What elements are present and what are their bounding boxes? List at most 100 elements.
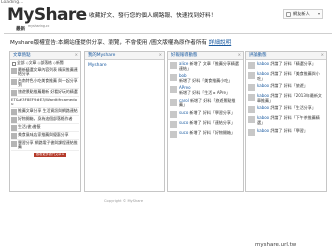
list-item[interactable]: 最新精選文章內容列表 精采推薦連結分享 [11, 67, 79, 78]
feed-item[interactable]: bob 新增了 好料「美食推薦小吃」 [170, 73, 241, 83]
panel-header: 我的Myshare × [85, 52, 164, 60]
feed-action: 評論了 好料「精選分享」 [270, 61, 316, 66]
logo-part2: Share [33, 5, 87, 25]
article-list: 最新精選文章內容列表 精采推薦連結分享 台南特色小吃美食推薦 與一起分享到 旅遊景點… [10, 67, 80, 151]
user-avatar-icon [170, 130, 177, 138]
thumbnail-icon [11, 89, 17, 96]
feed-action: 新增了 好料「生活 ▸ APre」 [179, 89, 230, 95]
list-item-text: ET&#3F8EF9#E3/Wardtifrcamedou [11, 96, 78, 107]
close-icon[interactable]: × [159, 52, 162, 58]
feed-text: kaboo 評論了 好料「精選分享」 [257, 61, 316, 69]
feed-item[interactable]: kaboo 評論了 好料「2013年最新文章推薦」 [248, 93, 324, 103]
feed-text: kaboo 評論了 好料「下午茶推薦精選」 [257, 116, 324, 125]
feed-item[interactable]: carol 新增了 好料「旅遊景點推薦」 [170, 98, 241, 108]
filter-label: 全部 ◇文章 ◇部落格 ◇新聞 [17, 60, 64, 66]
footer-text: Copyright © MyShare [104, 199, 144, 203]
feed-action: 新增了 好料「好物開箱」 [189, 129, 235, 135]
thumbnail-icon [11, 132, 17, 139]
user-avatar-icon [248, 62, 255, 69]
thumbnail-icon [11, 108, 17, 115]
list-item[interactable]: 學習分享 網路電子書與課程連結推薦 [11, 140, 79, 151]
feed-action: 評論了 好料「旅遊」 [270, 83, 308, 89]
close-icon[interactable]: × [75, 52, 78, 58]
feed-item[interactable]: kaboo 評論了 好料「美食推薦與小吃」 [248, 71, 324, 81]
feed-action: 評論了 好料「學習」 [270, 127, 308, 133]
user-name: 網友新人 [293, 10, 310, 16]
feed-item[interactable]: kaboo 評論了 好料「學習」 [248, 127, 324, 136]
feed-item[interactable]: kaboo 評論了 好料「精選分享」 [248, 61, 324, 69]
feed-user[interactable]: kaboo [257, 105, 269, 111]
feed-item[interactable]: kaboo 評論了 好料「生活分享」 [248, 106, 324, 114]
close-icon[interactable]: × [238, 52, 241, 58]
copyright-notice: Myshare版權宣告:本網站僅提供分享、瀏覽，不會使用 /圖文版權為原作者所有… [10, 40, 231, 46]
comment-list: kaboo 評論了 好料「精選分享」 kaboo 評論了 好料「美食推薦與小吃」 k… [246, 60, 326, 141]
list-item[interactable]: ET&#3F8EF9#E3/Wardtifrcamedou [11, 97, 79, 108]
panel-header: 好報報導動態 × [168, 52, 243, 60]
feed-item[interactable]: alice 新增了 文章「推薦分享精選連結」 [170, 61, 241, 71]
feed-user[interactable]: kaboo [257, 61, 269, 66]
user-avatar-icon [248, 72, 255, 79]
feed-text: kaboo 評論了 好料「學習」 [257, 127, 308, 136]
list-item[interactable]: 生活(書)書籤 [11, 124, 79, 132]
close-icon[interactable]: × [321, 52, 324, 58]
avatar-icon [286, 11, 291, 17]
feed-user[interactable]: kaboo [257, 128, 269, 133]
feed-item[interactable]: suco 新增了 好料「連結分享」 [170, 120, 241, 128]
user-avatar-icon [170, 110, 177, 118]
list-item[interactable]: 推薦文章分享 生活資訊與網路連結 [11, 108, 79, 116]
watermark-text: myshare.url.tw [255, 242, 297, 248]
user-menu[interactable]: 網友新人 ▾ [283, 9, 323, 19]
feed-user[interactable]: kaboo [257, 83, 269, 88]
comment-feed-panel: 評論動態 × kaboo 評論了 好料「精選分享」 kaboo 評論了 好料「美食… [245, 51, 327, 192]
panel-title: 文章熱點 [13, 52, 31, 58]
logo-part1: My [7, 5, 34, 25]
feed-text: kaboo 評論了 好料「美食推薦與小吃」 [257, 71, 324, 81]
chevron-down-icon: ▾ [317, 11, 320, 16]
site-tagline: 收藏好文、發行您的個人網路報、快速找到好料！ [89, 13, 217, 19]
filter-controls: 全部 ◇文章 ◇部落格 ◇新聞 [10, 60, 80, 67]
user-avatar-icon [248, 116, 255, 124]
feed-action: 評論了 好料「生活分享」 [270, 105, 316, 111]
thumbnail-icon [11, 140, 17, 147]
notice-link[interactable]: 詳細說明 [209, 40, 231, 46]
list-item-text: 推薦文章分享 生活資訊與網路連結 [18, 107, 78, 113]
nav-tab-latest[interactable]: 最新 [16, 27, 25, 32]
feed-user[interactable]: suco [179, 120, 188, 125]
feed-action: 新增了 好料「美食推薦小吃」 [179, 77, 233, 83]
feed-item[interactable]: kaboo 評論了 好料「旅遊」 [248, 83, 324, 92]
feed-item[interactable]: kaboo 評論了 好料「下午茶推薦精選」 [248, 116, 324, 125]
list-item[interactable]: 好物開箱，身為這個部落格作者 [11, 116, 79, 124]
checkbox-icon[interactable] [12, 61, 16, 66]
more-button[interactable]: 觀看更多熱門文章 ▸ [34, 152, 66, 157]
list-item-text: 最新精選文章內容列表 精采推薦連結分享 [18, 67, 78, 77]
user-avatar-icon [170, 98, 177, 106]
list-item-text: 學習分享 網路電子書與課程連結推薦 [18, 139, 78, 150]
list-item-text: 好物開箱，身為這個部落格作者 [18, 115, 73, 121]
myshare-link[interactable]: Myshare [88, 63, 107, 68]
feed-action: 新增了 文章「推薦分享精選連結」 [179, 61, 239, 71]
feed-item[interactable]: suco 新增了 好料「學習分享」 [170, 109, 241, 118]
list-item-text: 生活(書)書籤 [18, 123, 41, 129]
thumbnail-icon [11, 116, 17, 123]
feed-text: kaboo 評論了 好料「2013年最新文章推薦」 [257, 93, 324, 103]
feed-item[interactable]: suco 新增了 好料「好物開箱」 [170, 129, 241, 138]
feed-text: kaboo 評論了 好料「生活分享」 [257, 106, 316, 113]
thumbnail-icon [11, 124, 17, 131]
feed-user[interactable]: suco [179, 130, 188, 135]
feed-user[interactable]: suco [179, 110, 188, 115]
panel-title: 評論動態 [249, 52, 267, 58]
user-avatar-icon [170, 62, 177, 69]
feed-action: 新增了 好料「學習分享」 [189, 109, 235, 115]
feed-text: kaboo 評論了 好料「旅遊」 [257, 83, 308, 91]
feed-text: suco 新增了 好料「好物開箱」 [179, 129, 235, 138]
feed-item[interactable]: APreo 新增了 好料「生活 ▸ APre」 [170, 86, 241, 95]
nav-bar: 最新 [4, 27, 332, 34]
list-item[interactable]: 台南特色小吃美食推薦 與一起分享到 [11, 78, 79, 89]
activity-feed-panel: 好報報導動態 × alice 新增了 文章「推薦分享精選連結」 bob 新增了 好… [167, 51, 244, 192]
feed-text: APreo 新增了 好料「生活 ▸ APre」 [179, 86, 241, 95]
list-item[interactable]: 旅遊景點推薦最新 好看好玩的精選 [11, 89, 79, 97]
list-item[interactable]: 美食風味店家推薦與優惠分享 [11, 132, 79, 140]
user-avatar-icon [248, 128, 255, 136]
feed-text: bob 新增了 好料「美食推薦小吃」 [179, 73, 241, 83]
feed-text: alice 新增了 文章「推薦分享精選連結」 [179, 61, 241, 71]
